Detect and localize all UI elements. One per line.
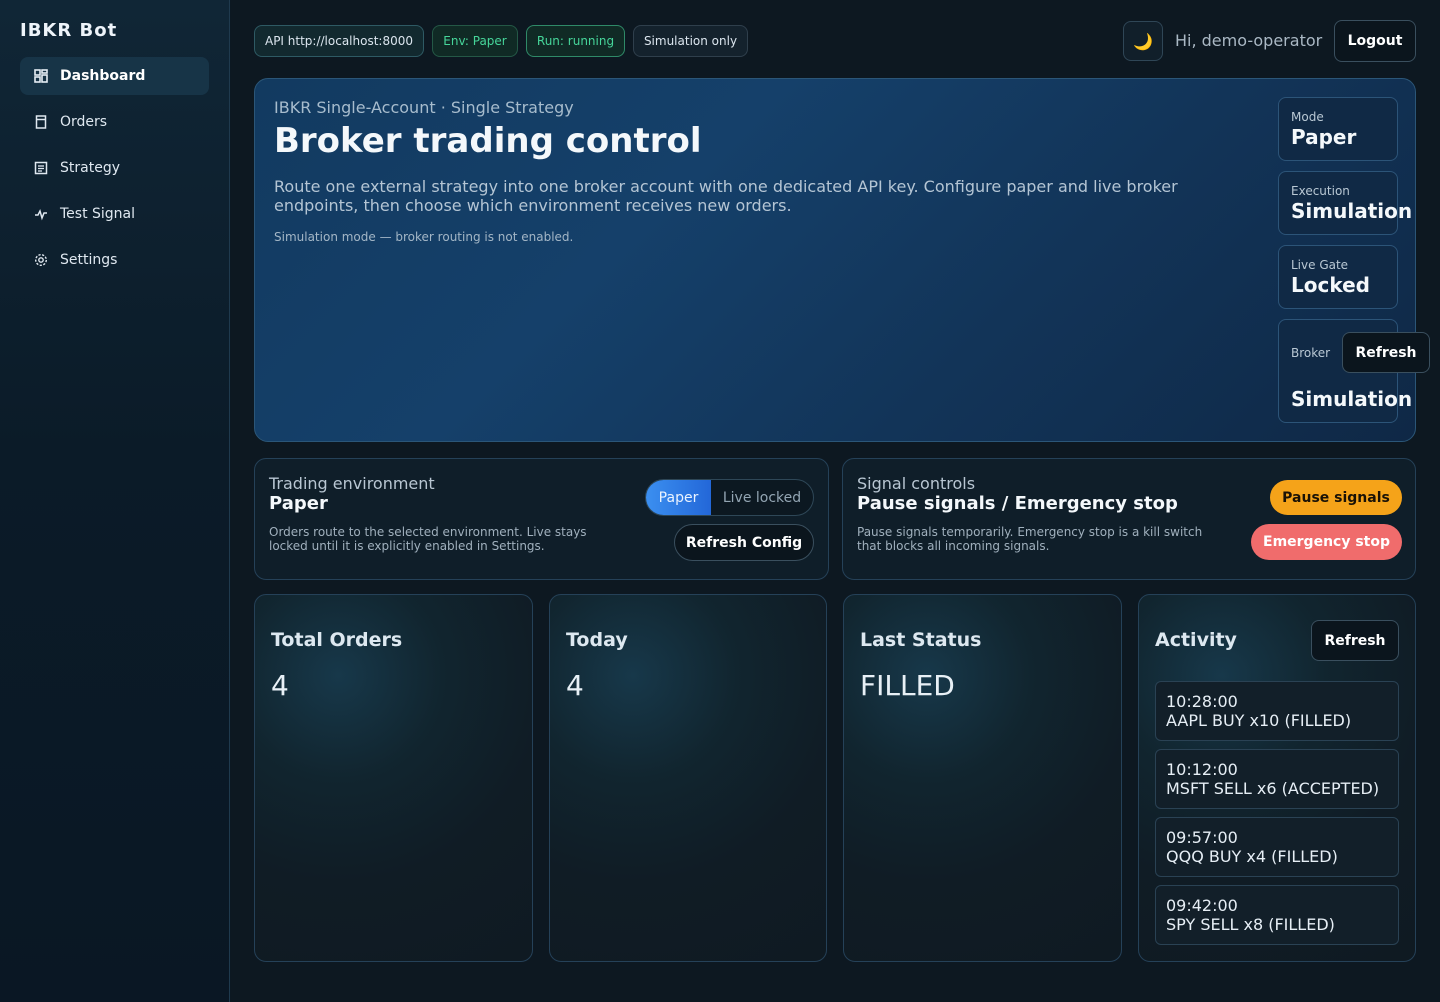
orders-icon <box>33 114 49 130</box>
panel-title: Paper <box>269 493 328 514</box>
sidebar-item-label: Orders <box>60 114 108 130</box>
env-option-paper[interactable]: Paper <box>646 480 711 515</box>
hero-note: Simulation mode — broker routing is not … <box>274 230 574 244</box>
panel-label: Signal controls <box>857 474 976 493</box>
activity-refresh-button[interactable]: Refresh <box>1311 620 1399 661</box>
last-status-card: Last Status FILLED <box>843 594 1122 962</box>
activity-text: AAPL BUY x10 (FILLED) <box>1166 711 1352 730</box>
metric-value: 4 <box>271 669 289 702</box>
panel-title: Pause signals / Emergency stop <box>857 493 1178 514</box>
panel-description: Pause signals temporarily. Emergency sto… <box>857 525 1203 553</box>
sidebar: IBKR Bot Dashboard Orders Strategy Test … <box>0 0 230 1002</box>
activity-item: 10:12:00 MSFT SELL x6 (ACCEPTED) <box>1155 749 1399 809</box>
metric-value: 4 <box>566 669 584 702</box>
activity-title: Activity <box>1155 629 1237 651</box>
activity-text: MSFT SELL x6 (ACCEPTED) <box>1166 779 1380 798</box>
user-greeting: Hi, demo-operator <box>1175 31 1323 50</box>
environment-toggle: Paper Live locked <box>645 479 814 516</box>
metric-value: FILLED <box>860 669 955 702</box>
sidebar-item-dashboard[interactable]: Dashboard <box>20 57 209 95</box>
panel-label: Trading environment <box>269 474 435 493</box>
activity-card: Activity Refresh 10:28:00 AAPL BUY x10 (… <box>1138 594 1416 962</box>
activity-item: 09:42:00 SPY SELL x8 (FILLED) <box>1155 885 1399 945</box>
broker-refresh-button[interactable]: Refresh <box>1342 332 1430 373</box>
stat-label: Mode <box>1291 110 1324 124</box>
panel-description: Orders route to the selected environment… <box>269 525 587 553</box>
stat-label: Live Gate <box>1291 258 1349 272</box>
pause-signals-button[interactable]: Pause signals <box>1270 480 1402 515</box>
sidebar-item-label: Dashboard <box>60 68 146 84</box>
signal-controls-panel: Signal controls Pause signals / Emergenc… <box>842 458 1416 580</box>
activity-time: 10:12:00 <box>1166 760 1238 779</box>
sidebar-item-label: Test Signal <box>60 206 136 222</box>
activity-item: 10:28:00 AAPL BUY x10 (FILLED) <box>1155 681 1399 741</box>
stat-label: Broker <box>1291 346 1331 360</box>
stat-value: Simulation <box>1291 387 1413 411</box>
page-title: Broker trading control <box>274 121 702 161</box>
activity-text: SPY SELL x8 (FILLED) <box>1166 915 1335 934</box>
activity-time: 09:42:00 <box>1166 896 1238 915</box>
simulation-badge: Simulation only <box>633 25 748 57</box>
stat-value: Locked <box>1291 273 1370 297</box>
brand-title: IBKR Bot <box>20 20 118 41</box>
api-badge: API http://localhost:8000 <box>254 25 424 57</box>
mode-stat-card: Mode Paper <box>1278 97 1398 161</box>
metric-title: Last Status <box>860 629 982 651</box>
signal-icon <box>33 206 49 222</box>
env-option-live[interactable]: Live locked <box>711 480 813 515</box>
broker-stat-card: Broker Refresh Simulation <box>1278 319 1430 423</box>
theme-toggle-button[interactable]: 🌙 <box>1123 21 1163 61</box>
today-orders-card: Today 4 <box>549 594 827 962</box>
refresh-config-button[interactable]: Refresh Config <box>674 524 814 561</box>
sidebar-item-settings[interactable]: Settings <box>20 241 209 279</box>
sidebar-item-label: Strategy <box>60 160 120 176</box>
logout-button[interactable]: Logout <box>1334 20 1416 62</box>
stat-value: Simulation <box>1291 199 1413 223</box>
execution-stat-card: Execution Simulation <box>1278 171 1412 235</box>
hero-subtitle: IBKR Single-Account · Single Strategy <box>274 98 574 117</box>
moon-icon: 🌙 <box>1133 31 1153 51</box>
trading-environment-panel: Trading environment Paper Orders route t… <box>254 458 829 580</box>
sidebar-item-orders[interactable]: Orders <box>20 103 209 141</box>
live-gate-stat-card: Live Gate Locked <box>1278 245 1398 309</box>
hero-description: Route one external strategy into one bro… <box>274 177 1178 215</box>
gear-icon <box>33 252 49 268</box>
activity-text: QQQ BUY x4 (FILLED) <box>1166 847 1338 866</box>
sidebar-item-strategy[interactable]: Strategy <box>20 149 209 187</box>
env-badge: Env: Paper <box>432 25 518 57</box>
activity-time: 09:57:00 <box>1166 828 1238 847</box>
hero-panel: IBKR Single-Account · Single Strategy Br… <box>254 78 1430 442</box>
emergency-stop-button[interactable]: Emergency stop <box>1251 524 1402 560</box>
total-orders-card: Total Orders 4 <box>254 594 533 962</box>
activity-item: 09:57:00 QQQ BUY x4 (FILLED) <box>1155 817 1399 877</box>
metric-title: Today <box>566 629 628 651</box>
sidebar-item-label: Settings <box>60 252 118 268</box>
stat-value: Paper <box>1291 125 1357 149</box>
dashboard-icon <box>33 68 49 84</box>
activity-time: 10:28:00 <box>1166 692 1238 711</box>
metric-title: Total Orders <box>271 629 403 651</box>
run-status-badge: Run: running <box>526 25 625 57</box>
sidebar-item-test-signal[interactable]: Test Signal <box>20 195 209 233</box>
stat-label: Execution <box>1291 184 1350 198</box>
strategy-icon <box>33 160 49 176</box>
sidebar-nav: Dashboard Orders Strategy Test Signal Se… <box>20 57 209 287</box>
